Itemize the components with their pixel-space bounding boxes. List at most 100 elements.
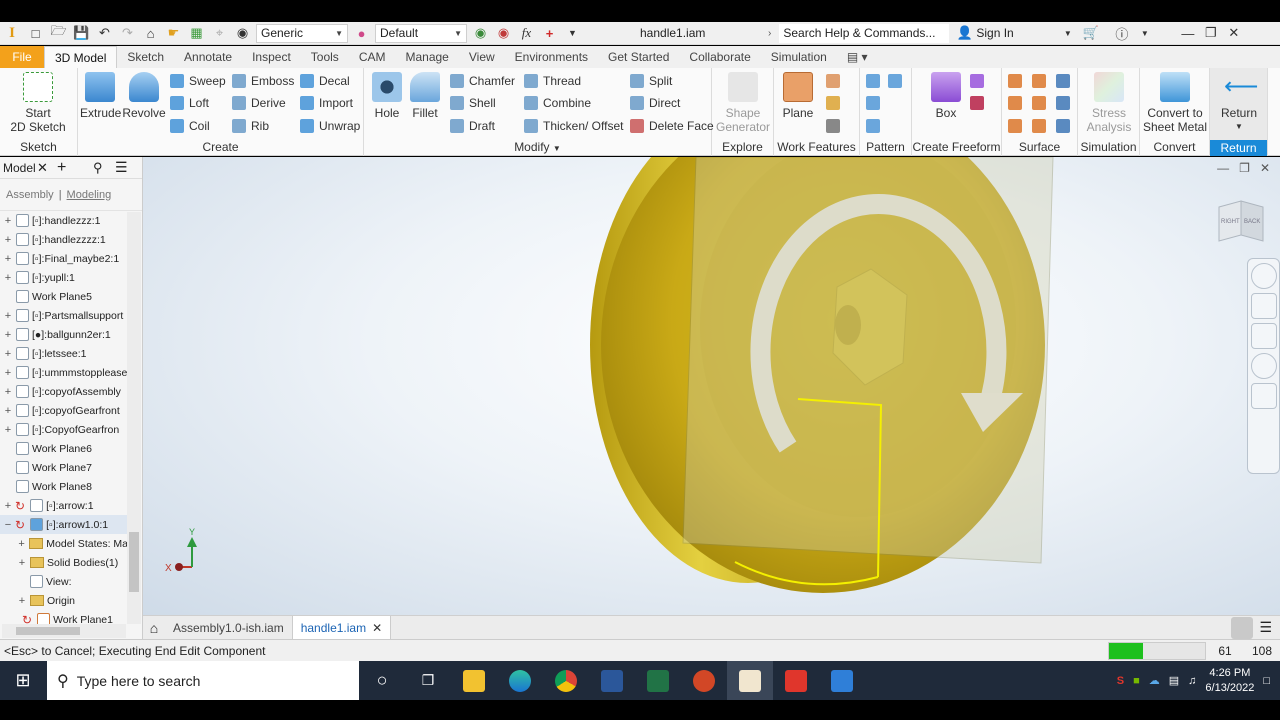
cart-icon[interactable]: 🛒: [1081, 24, 1100, 43]
restore-icon[interactable]: ❐: [1201, 24, 1220, 43]
expand-icon[interactable]: +: [3, 272, 13, 284]
browser-menu-icon[interactable]: ☰: [115, 159, 128, 176]
tree-node[interactable]: + [●]:ballgunn2er:1: [0, 325, 128, 344]
ribbon-display-toggle[interactable]: ▤ ▾: [837, 46, 878, 68]
expand-icon[interactable]: +: [3, 348, 13, 360]
rect-pattern-button[interactable]: [866, 72, 885, 90]
tree-node[interactable]: + [▫]:CopyofGearfron: [0, 420, 128, 439]
coil-button[interactable]: Coil: [170, 117, 210, 135]
tree-node[interactable]: + [▫]:handlezzz:1: [0, 211, 128, 230]
tab-layout-icon[interactable]: [1231, 616, 1254, 639]
task-view-icon[interactable]: ❐: [405, 661, 451, 700]
tree-node[interactable]: View:: [0, 572, 128, 591]
delete-surface-button[interactable]: [1032, 94, 1051, 112]
extrude-button[interactable]: Extrude: [80, 72, 121, 120]
freeform-convert-button[interactable]: [970, 94, 989, 112]
ucs-button[interactable]: [826, 117, 845, 135]
ruled-surface-button[interactable]: [1008, 117, 1027, 135]
tab-assembly[interactable]: Assembly: [6, 189, 54, 201]
expand-icon[interactable]: +: [17, 595, 27, 607]
tray-app-icon[interactable]: S: [1117, 675, 1124, 687]
open-folder-icon[interactable]: 🗁: [49, 23, 68, 43]
work-point-button[interactable]: [826, 94, 845, 112]
expand-icon[interactable]: +: [3, 329, 13, 341]
tree-node[interactable]: Work Plane6: [0, 439, 128, 458]
patch-button[interactable]: [1032, 72, 1051, 90]
shape-generator-button[interactable]: Shape Generator: [714, 72, 772, 134]
update-icon[interactable]: ▦: [187, 24, 206, 43]
extend-button[interactable]: [1056, 94, 1075, 112]
home-icon[interactable]: ⌂: [143, 620, 165, 636]
sketch-pattern-button[interactable]: [866, 117, 885, 135]
derive-button[interactable]: Derive: [232, 94, 286, 112]
start-2d-sketch-button[interactable]: Start 2D Sketch: [8, 72, 68, 134]
tab-simulation[interactable]: Simulation: [761, 46, 837, 68]
tab-sketch[interactable]: Sketch: [117, 46, 174, 68]
onedrive-icon[interactable]: ☁: [1149, 674, 1160, 687]
model-canvas[interactable]: X Y RIGHT BACK: [143, 97, 1280, 615]
taskbar-search-box[interactable]: ⚲ Type here to search: [47, 661, 359, 700]
revolve-button[interactable]: Revolve: [122, 72, 166, 120]
browser-add-icon[interactable]: +: [57, 159, 93, 177]
expand-icon[interactable]: +: [3, 253, 13, 265]
viewport-restore-icon[interactable]: ❐: [1239, 161, 1250, 175]
powerpoint-icon[interactable]: [681, 661, 727, 700]
close-icon[interactable]: ✕: [1224, 24, 1243, 43]
thicken-offset-button[interactable]: Thicken/ Offset: [524, 117, 623, 135]
screencast-red-icon[interactable]: [773, 661, 819, 700]
chamfer-button[interactable]: Chamfer: [450, 72, 515, 90]
tree-node[interactable]: + Origin: [0, 591, 128, 610]
hole-button[interactable]: Hole: [368, 72, 406, 120]
handle-part[interactable]: [590, 97, 1054, 593]
tree-node[interactable]: Work Plane8: [0, 477, 128, 496]
network-icon[interactable]: ▤: [1169, 674, 1179, 687]
zoom-icon[interactable]: [1250, 323, 1277, 349]
browser-close-icon[interactable]: ✕: [37, 160, 57, 176]
delete-face-button[interactable]: Delete Face: [630, 117, 714, 135]
expand-icon[interactable]: +: [3, 500, 13, 512]
look-at-icon[interactable]: [1250, 383, 1277, 409]
tab-tools[interactable]: Tools: [301, 46, 349, 68]
import-button[interactable]: Import: [300, 94, 353, 112]
tab-annotate[interactable]: Annotate: [174, 46, 242, 68]
tab-environments[interactable]: Environments: [505, 46, 598, 68]
tree-node[interactable]: + [▫]:copyofAssembly: [0, 382, 128, 401]
select-icon[interactable]: ☛: [164, 24, 183, 43]
modify-panel-label[interactable]: Modify ▼: [364, 140, 711, 154]
chrome-icon[interactable]: [543, 661, 589, 700]
measure-icon[interactable]: ⌖: [210, 24, 229, 43]
thread-button[interactable]: Thread: [524, 72, 581, 90]
expand-icon[interactable]: +: [3, 234, 13, 246]
help-chevron-icon[interactable]: ▼: [1135, 24, 1154, 43]
plus-icon[interactable]: +: [540, 24, 559, 43]
search-help-input[interactable]: Search Help & Commands...: [779, 23, 950, 43]
mirror-button[interactable]: [888, 72, 907, 90]
browser-scrollbar[interactable]: [127, 212, 141, 624]
tree-node[interactable]: + Model States: Ma: [0, 534, 128, 553]
clear-appearance-icon[interactable]: ◉: [494, 24, 513, 43]
undo-icon[interactable]: ↶: [95, 24, 114, 43]
tab-file[interactable]: File: [0, 46, 44, 68]
screencast-blue-icon[interactable]: [819, 661, 865, 700]
expand-icon[interactable]: +: [3, 367, 13, 379]
expand-icon[interactable]: +: [17, 538, 26, 550]
word-icon[interactable]: [589, 661, 635, 700]
sculpt-button[interactable]: [1056, 72, 1075, 90]
redo-icon[interactable]: ↷: [118, 24, 137, 43]
material-dropdown[interactable]: Generic ▼: [256, 23, 348, 43]
steering-wheel-icon[interactable]: [1250, 263, 1277, 289]
tree-node[interactable]: + [▫]:yupll:1: [0, 268, 128, 287]
tree-node[interactable]: + [▫]:letssee:1: [0, 344, 128, 363]
tree-node[interactable]: + Solid Bodies(1): [0, 553, 128, 572]
tab-modeling[interactable]: Modeling: [67, 189, 112, 201]
expand-icon[interactable]: +: [3, 405, 13, 417]
doc-tab-handle[interactable]: handle1.iam ✕: [291, 616, 392, 639]
browser-hscrollbar[interactable]: [2, 624, 126, 638]
start-button[interactable]: ⊞: [0, 661, 46, 700]
sign-in-link[interactable]: Sign In: [976, 26, 1056, 40]
work-axis-button[interactable]: [826, 72, 845, 90]
viewport-close-icon[interactable]: ✕: [1260, 161, 1270, 175]
doc-tab-close-icon[interactable]: ✕: [372, 621, 382, 635]
box-button[interactable]: Box: [926, 72, 966, 120]
minimize-icon[interactable]: —: [1178, 24, 1197, 43]
